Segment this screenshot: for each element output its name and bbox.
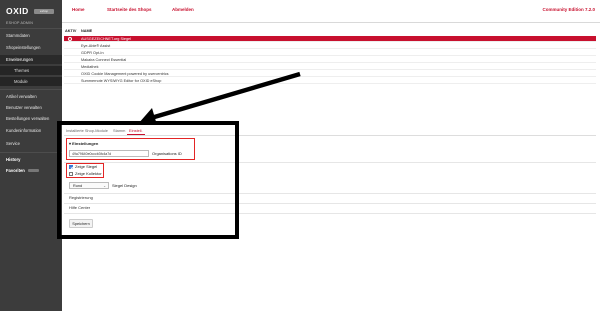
- settings-divider: [64, 162, 596, 163]
- tab-einstellungen[interactable]: Einstell.: [127, 127, 145, 135]
- module-name: OXID Cookie Management powered by userce…: [81, 72, 169, 76]
- sidebar-item-favoriten[interactable]: Favoriten: [0, 166, 62, 175]
- module-row-selected[interactable]: AUSGEZEICHNET.org Siegel: [64, 36, 596, 42]
- tab-installed-modules[interactable]: Installierte Shop-Module: [64, 127, 110, 135]
- sidebar-item-artikel[interactable]: Artikel verwalten: [0, 92, 62, 101]
- sidebar-item-stammdaten[interactable]: Stammdaten: [0, 31, 62, 40]
- organisation-id-label: Organisations ID: [152, 151, 182, 156]
- tab-stamm[interactable]: Stamm: [111, 127, 127, 135]
- sidebar-item-history[interactable]: History: [0, 155, 62, 164]
- module-row[interactable]: Summernote WYSIWYG Editor for OXID eShop: [64, 78, 596, 84]
- module-name: Mediathek: [81, 65, 99, 69]
- sidebar-item-themes[interactable]: Themes: [0, 66, 62, 75]
- seal-design-label: Siegel Design: [112, 183, 137, 188]
- module-row[interactable]: Makaira Connect Essential: [64, 57, 596, 63]
- logo-wordmark: OXID: [6, 6, 29, 16]
- logo-badge: eshop: [34, 9, 54, 14]
- chevron-down-icon: ⌄: [103, 184, 106, 188]
- column-header-active[interactable]: AKTIV: [65, 29, 76, 33]
- topbar-divider: [62, 22, 600, 23]
- module-row[interactable]: Mediathek: [64, 64, 596, 70]
- sidebar-item-label: Favoriten: [6, 168, 25, 173]
- registration-section[interactable]: Registrierung: [69, 195, 93, 200]
- settings-divider: [64, 193, 596, 194]
- column-header-name[interactable]: NAME: [81, 29, 92, 33]
- sidebar-subtitle: ESHOP ADMIN: [6, 21, 34, 25]
- seal-design-value: Rund: [73, 184, 83, 188]
- home-link[interactable]: Home: [72, 7, 85, 12]
- show-collector-label: Zeige Kollektor: [75, 171, 102, 176]
- sidebar-item-shopeinstellungen[interactable]: Shopeinstellungen: [0, 43, 62, 52]
- show-seal-checkbox[interactable]: [69, 165, 73, 169]
- shop-start-link[interactable]: Startseite des Shops: [107, 7, 152, 12]
- module-name: Summernote WYSIWYG Editor for OXID eShop: [81, 79, 162, 83]
- module-list-header: AKTIV NAME: [64, 28, 596, 35]
- sidebar-item-module[interactable]: Module: [0, 77, 62, 86]
- show-collector-checkbox[interactable]: [69, 172, 73, 176]
- seal-design-select[interactable]: Rund ⌄: [69, 182, 109, 189]
- module-name: Eye-Able® Assist: [81, 44, 111, 48]
- settings-divider: [64, 203, 596, 204]
- module-row[interactable]: OXID Cookie Management powered by userce…: [64, 71, 596, 77]
- favorites-badge: [27, 169, 39, 173]
- settings-group-title[interactable]: ▾ Einstellungen: [69, 141, 98, 146]
- sidebar-divider: [0, 28, 62, 29]
- sidebar-divider: [0, 152, 62, 153]
- help-center-section[interactable]: Hilfe Center: [69, 205, 90, 210]
- active-indicator-icon: [68, 37, 72, 41]
- sidebar-item-erweiterungen[interactable]: Erweiterungen: [0, 55, 62, 64]
- sidebar-item-kundeninformation[interactable]: Kundeninformation: [0, 126, 62, 135]
- top-navigation: Home Startseite des Shops Abmelden Commu…: [62, 0, 600, 22]
- module-row[interactable]: Eye-Able® Assist: [64, 43, 596, 49]
- sidebar-item-service[interactable]: Service: [0, 139, 62, 148]
- sidebar-item-benutzer[interactable]: Benutzer verwalten: [0, 103, 62, 112]
- organisation-id-input[interactable]: [69, 150, 149, 157]
- tabs-divider: [64, 135, 596, 136]
- module-name: GDPR Opt-In: [81, 51, 104, 55]
- module-name: Makaira Connect Essential: [81, 58, 127, 62]
- show-seal-label: Zeige Siegel: [75, 164, 98, 169]
- sidebar-item-bestellungen[interactable]: Bestellungen verwalten: [0, 114, 62, 123]
- logout-link[interactable]: Abmelden: [172, 7, 194, 12]
- module-name: AUSGEZEICHNET.org Siegel: [81, 37, 132, 41]
- module-row[interactable]: GDPR Opt-In: [64, 50, 596, 56]
- settings-divider: [64, 213, 596, 214]
- save-button[interactable]: Speichern: [69, 219, 93, 228]
- sidebar-divider: [0, 89, 62, 90]
- edition-label: Community Edition 7.2.0: [542, 7, 595, 12]
- oxid-logo: OXID eshop: [6, 7, 56, 16]
